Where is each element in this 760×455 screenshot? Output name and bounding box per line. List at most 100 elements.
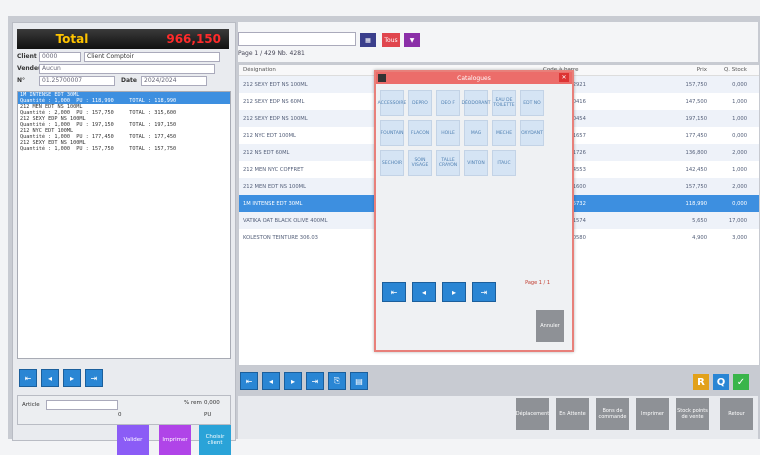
prev-page-button[interactable]: ◂ [412, 282, 436, 302]
catalogue-item[interactable]: HOILE [436, 120, 460, 146]
prev-page-button[interactable]: ◂ [41, 369, 59, 387]
choisir-client-button[interactable]: Choisir client [199, 425, 231, 455]
dialog-title: Catalogues [457, 74, 491, 82]
total-value: 966,150 [166, 32, 221, 46]
catalogue-page-info: Page 1 / 1 [525, 280, 550, 286]
catalogue-item[interactable]: DEPRO [408, 90, 432, 116]
col-stock: Q. Stock [723, 67, 747, 73]
vendeur-field[interactable]: Aucun [39, 63, 215, 74]
first-page-button[interactable]: ⇤ [240, 372, 258, 390]
prev-page-button[interactable]: ◂ [262, 372, 280, 390]
catalogue-dialog: Catalogues ✕ ACCESSOIRE DEPRO DEO F DÉODORA… [374, 70, 574, 352]
document-icon: ▤ [355, 376, 363, 386]
cell-stock: 0,000 [732, 81, 747, 88]
catalogue-item[interactable]: ITAUC [492, 150, 516, 176]
last-page-button[interactable]: ⇥ [306, 372, 324, 390]
ok-button[interactable]: ✓ [733, 374, 749, 390]
catalogue-item[interactable]: DÉODORANT [462, 90, 491, 116]
cell-price: 157,750 [685, 81, 707, 88]
filter-button[interactable]: ▼ [404, 33, 420, 47]
article-entry: Article % rem 0,000 0 PU [17, 395, 231, 425]
catalogue-item[interactable]: TALLE CRAYON [436, 150, 460, 176]
page-info: Page 1 / 429 Nb. 4281 [238, 50, 305, 57]
retour-button[interactable]: Retour [720, 398, 753, 430]
catalogue-item[interactable]: ACCESSOIRE [378, 90, 406, 116]
date-field[interactable]: 2024/2024 [141, 75, 207, 86]
no-field[interactable]: 01.25700007 [39, 75, 115, 86]
catalogue-nav: ⇤ ◂ ▸ ⇥ [382, 282, 496, 302]
en-attente-button[interactable]: En Attente [556, 398, 589, 430]
article-input[interactable] [46, 400, 118, 410]
total-label: Total [55, 32, 89, 46]
app-icon [378, 74, 386, 82]
cell-stock: 2,000 [732, 149, 747, 156]
ticket-nav: ⇤ ◂ ▸ ⇥ [19, 369, 103, 387]
catalogue-item[interactable]: VINTON [464, 150, 488, 176]
last-page-button[interactable]: ⇥ [85, 369, 103, 387]
catalogue-item[interactable]: SOIN VISAGE [408, 150, 432, 176]
cell-price: 136,800 [685, 149, 707, 156]
check-icon: ✓ [736, 376, 746, 388]
ticket-line[interactable]: Quantité : 1,000 PU : 157,750 TOTAL : 15… [18, 146, 230, 152]
products-nav: ⇤ ◂ ▸ ⇥ ⎘ ▤ [240, 372, 368, 390]
cell-price: 142,450 [685, 166, 707, 173]
tous-button[interactable]: Tous [382, 33, 400, 47]
cell-stock: 0,000 [732, 200, 747, 207]
catalogue-item[interactable]: FLACON [408, 120, 432, 146]
client-name-field[interactable]: Client Comptoir [84, 51, 220, 62]
remise-value[interactable]: 0,000 [204, 400, 220, 406]
date-label: Date [121, 77, 137, 84]
vendeur-label: Vendeur [17, 65, 46, 72]
valider-button[interactable]: Valider [117, 425, 149, 455]
catalogue-item[interactable]: SECHOIR [380, 150, 404, 176]
client-label: Client [17, 53, 37, 60]
catalogue-item[interactable]: OXYDANT [520, 120, 544, 146]
pu-label: PU [204, 412, 212, 418]
close-button[interactable]: ✕ [559, 73, 569, 82]
first-page-button[interactable]: ⇤ [382, 282, 406, 302]
deplacement-button[interactable]: Déplacement [516, 398, 549, 430]
last-page-button[interactable]: ⇥ [472, 282, 496, 302]
ticket-lines-list[interactable]: 1M INTENSE EDT 30ML Quantité : 1,000 PU :… [17, 91, 231, 359]
qty-value[interactable]: 0 [118, 412, 122, 418]
next-page-button[interactable]: ▸ [442, 282, 466, 302]
catalogue-item[interactable]: FOUNTAIN [380, 120, 404, 146]
cell-price: 177,450 [685, 132, 707, 139]
cell-stock: 1,000 [732, 166, 747, 173]
cell-price: 4,900 [692, 234, 707, 241]
cell-price: 5,650 [692, 217, 707, 224]
imprimer-button[interactable]: Imprimer [159, 425, 191, 455]
dialog-body: ACCESSOIRE DEPRO DEO F DÉODORANT EAU DE TOIL… [376, 84, 572, 350]
cell-price: 197,150 [685, 115, 707, 122]
catalogue-item[interactable]: EDT NO [520, 90, 544, 116]
cell-stock: 2,000 [732, 183, 747, 190]
client-code-field[interactable]: 0000 [39, 51, 81, 62]
r-button[interactable]: R [693, 374, 709, 390]
print-list-button[interactable]: ▤ [350, 372, 368, 390]
catalogue-item[interactable]: MECHE [492, 120, 516, 146]
q-button[interactable]: Q [713, 374, 729, 390]
remise-label: % rem [184, 400, 202, 406]
imprimer-bottom-button[interactable]: Imprimer [636, 398, 669, 430]
catalogue-item[interactable]: DEO F [436, 90, 460, 116]
catalogue-item[interactable]: MAG [464, 120, 488, 146]
bons-commande-button[interactable]: Bons de commande [596, 398, 629, 430]
export-button[interactable]: ⎘ [328, 372, 346, 390]
annuler-button[interactable]: Annuler [536, 310, 564, 342]
grid-icon: ▦ [365, 36, 371, 44]
article-label: Article [22, 402, 40, 408]
search-input[interactable] [238, 32, 356, 46]
total-bar: Total 966,150 [17, 29, 229, 49]
filter-icon: ▼ [409, 36, 415, 44]
catalogue-item[interactable]: EAU DE TOILETTE [492, 90, 516, 116]
cell-stock: 17,000 [728, 217, 747, 224]
first-page-button[interactable]: ⇤ [19, 369, 37, 387]
next-page-button[interactable]: ▸ [284, 372, 302, 390]
col-price: Prix [696, 67, 707, 73]
ticket-panel: Total 966,150 Client 0000 Client Comptoi… [12, 22, 236, 455]
next-page-button[interactable]: ▸ [63, 369, 81, 387]
no-label: N° [17, 77, 26, 84]
cell-stock: 1,000 [732, 115, 747, 122]
grid-view-button[interactable]: ▦ [360, 33, 376, 47]
stock-points-vente-button[interactable]: Stock points de vente [676, 398, 709, 430]
